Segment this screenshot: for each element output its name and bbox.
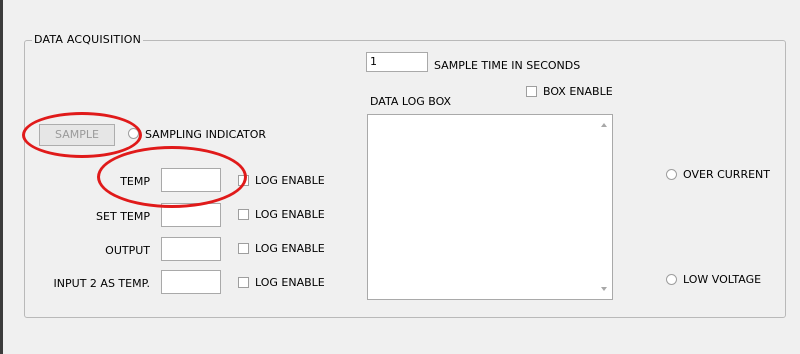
set-temp-log-enable-label: LOG ENABLE xyxy=(255,208,325,221)
scroll-down-arrow-icon[interactable] xyxy=(601,287,607,291)
input2-label: INPUT 2 AS TEMP. xyxy=(53,277,150,290)
box-enable-checkbox[interactable] xyxy=(526,86,537,97)
output-log-enable-label: LOG ENABLE xyxy=(255,242,325,255)
over-current-radio xyxy=(666,169,677,180)
box-enable-label: BOX ENABLE xyxy=(543,85,613,98)
sample-button[interactable]: SAMPLE xyxy=(39,124,115,146)
set-temp-input[interactable] xyxy=(161,203,221,227)
temp-input[interactable] xyxy=(161,168,221,192)
set-temp-label: SET TEMP xyxy=(96,210,150,223)
temp-label: TEMP xyxy=(120,175,150,188)
sampling-indicator-label: SAMPLING INDICATOR xyxy=(145,128,267,141)
low-voltage-radio xyxy=(666,274,677,285)
input2-input[interactable] xyxy=(161,270,221,294)
sample-time-input[interactable]: 1 xyxy=(366,52,428,72)
temp-log-enable-checkbox[interactable] xyxy=(238,175,249,186)
sample-time-label: SAMPLE TIME IN SECONDS xyxy=(434,59,581,72)
output-input[interactable] xyxy=(161,237,221,261)
set-temp-log-enable-checkbox[interactable] xyxy=(238,209,249,220)
group-title: DATA ACQUISITION xyxy=(32,33,144,46)
low-voltage-label: LOW VOLTAGE xyxy=(683,273,762,286)
input2-log-enable-label: LOG ENABLE xyxy=(255,276,325,289)
input2-log-enable-checkbox[interactable] xyxy=(238,277,249,288)
temp-log-enable-label: LOG ENABLE xyxy=(255,174,325,187)
scroll-up-arrow-icon[interactable] xyxy=(601,123,607,127)
data-log-textarea[interactable] xyxy=(367,114,613,300)
over-current-label: OVER CURRENT xyxy=(683,168,770,181)
output-log-enable-checkbox[interactable] xyxy=(238,243,249,254)
output-label: OUTPUT xyxy=(105,244,150,257)
data-log-box-label: DATA LOG BOX xyxy=(370,95,452,108)
sampling-indicator-radio xyxy=(128,128,139,139)
